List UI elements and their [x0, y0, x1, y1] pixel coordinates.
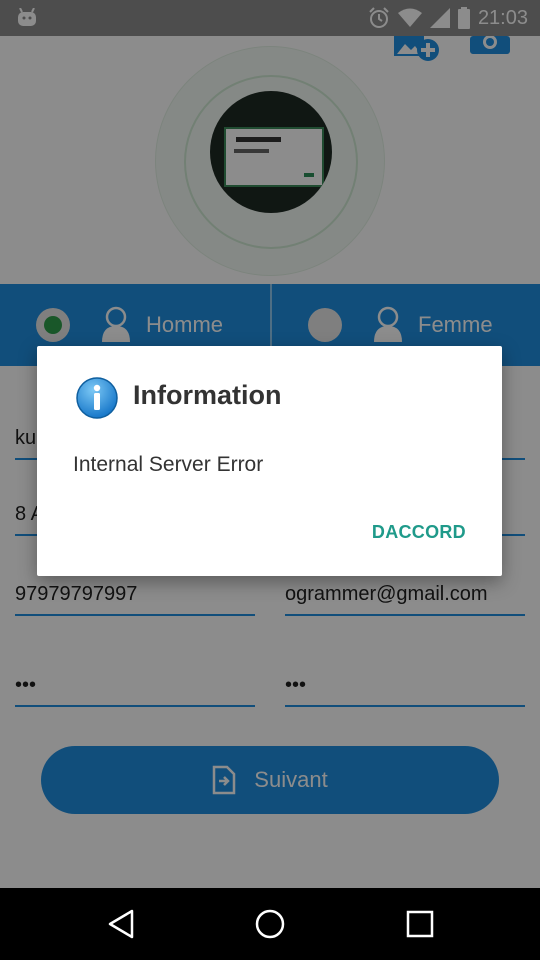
dialog-message: Internal Server Error: [73, 453, 264, 476]
navigation-bar: [0, 888, 540, 960]
recents-icon[interactable]: [402, 906, 438, 942]
back-icon[interactable]: [104, 906, 140, 942]
info-icon: [76, 377, 118, 419]
information-dialog: Information Internal Server Error DACCOR…: [37, 346, 502, 576]
daccord-button[interactable]: DACCORD: [372, 522, 466, 543]
dialog-title: Information: [133, 380, 282, 410]
home-icon[interactable]: [252, 906, 288, 942]
